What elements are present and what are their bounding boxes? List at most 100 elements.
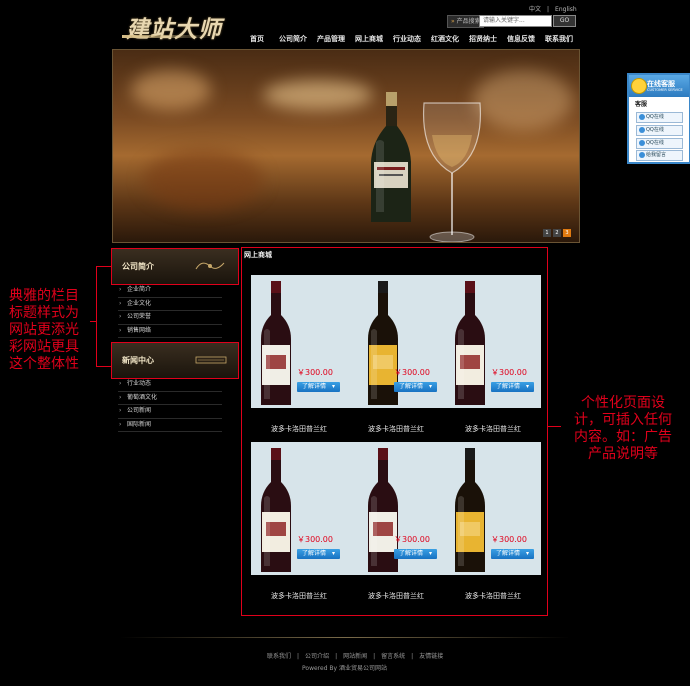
shop-title: 网上商城 (244, 251, 272, 259)
product-name[interactable]: 波多卡洛田普兰红 (445, 424, 541, 434)
sidebar-item-culture[interactable]: 企业文化 (118, 298, 222, 311)
product-card[interactable]: ￥300.00 了解详情 ▾ (445, 275, 541, 408)
detail-button-label: 了解详情 (399, 383, 424, 390)
banner-light (263, 80, 373, 110)
detail-button-label: 了解详情 (302, 550, 327, 557)
product-price: ￥300.00 (394, 535, 430, 544)
sidebar-item-industry-news[interactable]: 行业动态 (118, 378, 222, 392)
footer-link-contact[interactable]: 联系我们 (267, 653, 291, 660)
chat-section-label: 客服 (635, 101, 648, 108)
detail-button-label: 了解详情 (302, 383, 327, 390)
logo-text: 建站大师 (126, 16, 222, 43)
product-row-1: ￥300.00 了解详情 ▾ ￥300.00 了解详情 ▾ ￥300.00 了解详情 ▾ (251, 275, 541, 408)
product-names-row-2: 波多卡洛田普兰红 波多卡洛田普兰红 波多卡洛田普兰红 (251, 591, 541, 603)
hero-banner (112, 49, 580, 243)
footer-separator: | (411, 653, 414, 660)
product-names-row-1: 波多卡洛田普兰红 波多卡洛田普兰红 波多卡洛田普兰红 (251, 424, 541, 436)
product-name[interactable]: 波多卡洛田普兰红 (348, 591, 444, 601)
sidebar-item-sales-network[interactable]: 销售网络 (118, 325, 222, 338)
product-name[interactable]: 波多卡洛田普兰红 (251, 424, 347, 434)
nav-contact[interactable]: 联系我们 (545, 34, 573, 44)
wine-bottle-image (455, 448, 485, 572)
product-row-2: ￥300.00 了解详情 ▾ ￥300.00 了解详情 ▾ ￥300.00 了解详情 ▾ (251, 442, 541, 575)
nav-wine-culture[interactable]: 红酒文化 (431, 34, 459, 44)
sidebar-item-company-news[interactable]: 公司新闻 (118, 405, 222, 419)
language-switcher: 中文 | English (526, 4, 580, 13)
product-card[interactable]: ￥300.00 了解详情 ▾ (251, 442, 347, 575)
nav-jobs[interactable]: 招贤纳士 (469, 34, 497, 44)
footer-link-friends[interactable]: 友情链接 (419, 653, 443, 660)
nav-industry-news[interactable]: 行业动态 (393, 34, 421, 44)
lang-chinese[interactable]: 中文 (529, 6, 541, 13)
qq-online-button[interactable]: QQ在线 (636, 112, 683, 123)
footer-link-about[interactable]: 公司介绍 (305, 653, 329, 660)
left-annotation: 典雅的栏目 标题样式为 网站更添光 彩网站更具 这个整体性 (9, 288, 79, 373)
banner-dot-3[interactable]: 3 (563, 229, 571, 237)
leave-message-button[interactable]: 给我留言 (636, 150, 683, 161)
product-detail-button[interactable]: 了解详情 ▾ (491, 382, 535, 392)
caret-down-icon: ▾ (332, 383, 336, 390)
footer-separator: | (335, 653, 338, 660)
chat-subtitle: CUSTOMER SERVICE (647, 88, 683, 92)
nav-company[interactable]: 公司简介 (279, 34, 307, 44)
product-price: ￥300.00 (491, 535, 527, 544)
nav-feedback[interactable]: 信息反馈 (507, 34, 535, 44)
left-annotation-line: 彩网站更具 (9, 339, 79, 355)
product-name[interactable]: 波多卡洛田普兰红 (445, 591, 541, 601)
powered-by: Powered By 酒业贸易公司网站 (302, 665, 387, 672)
nav-home[interactable]: 首页 (250, 34, 264, 44)
chat-header[interactable]: 在线客服 CUSTOMER SERVICE (629, 75, 689, 97)
footer-link-news[interactable]: 网站新闻 (343, 653, 367, 660)
sidebar-news-list: 行业动态 葡萄酒文化 公司新闻 国际新闻 (118, 378, 222, 432)
banner-controls: 1 2 3 (543, 229, 571, 237)
sidebar-company-header[interactable]: 公司简介 (111, 248, 239, 285)
site-logo[interactable]: 建站大师 (122, 10, 222, 44)
wine-bottle-image (261, 448, 291, 572)
right-annotation-line: 计，可插入任何 (574, 412, 672, 428)
banner-shadow (143, 150, 263, 210)
sidebar-news-header[interactable]: 新闻中心 (111, 342, 239, 379)
detail-button-label: 了解详情 (496, 550, 521, 557)
product-card[interactable]: ￥300.00 了解详情 ▾ (445, 442, 541, 575)
lang-english[interactable]: English (555, 6, 577, 13)
product-detail-button[interactable]: 了解详情 ▾ (297, 382, 341, 392)
right-annotation: 个性化页面设 计，可插入任何 内容。如：广告 产品说明等 (563, 395, 683, 463)
caret-down-icon: ▾ (429, 383, 433, 390)
product-name[interactable]: 波多卡洛田普兰红 (348, 424, 444, 434)
sidebar-item-wine-culture[interactable]: 葡萄酒文化 (118, 392, 222, 405)
product-price: ￥300.00 (491, 368, 527, 377)
product-name[interactable]: 波多卡洛田普兰红 (251, 591, 347, 601)
sidebar-company-list: 企业简介 企业文化 公司荣誉 销售网络 (118, 284, 222, 338)
banner-dot-2[interactable]: 2 (553, 229, 561, 237)
product-detail-button[interactable]: 了解详情 ▾ (394, 382, 438, 392)
nav-shop[interactable]: 网上商城 (355, 34, 383, 44)
right-annotation-line: 个性化页面设 (581, 395, 665, 411)
sidebar-item-company-intro[interactable]: 企业简介 (118, 284, 222, 298)
sidebar-item-international-news[interactable]: 国际新闻 (118, 419, 222, 432)
product-detail-button[interactable]: 了解详情 ▾ (394, 549, 438, 559)
ornament-icon (195, 262, 225, 270)
wine-glass-image (422, 102, 482, 242)
qq-online-button[interactable]: QQ在线 (636, 125, 683, 136)
qq-online-button[interactable]: QQ在线 (636, 138, 683, 149)
product-card[interactable]: ￥300.00 了解详情 ▾ (348, 442, 444, 575)
annotation-connector (96, 266, 97, 367)
footer-separator: | (297, 653, 300, 660)
caret-down-icon: ▾ (526, 550, 530, 557)
banner-light (473, 70, 573, 130)
product-detail-button[interactable]: 了解详情 ▾ (297, 549, 341, 559)
search-input[interactable]: 请输入关键字... (479, 15, 552, 27)
product-detail-button[interactable]: 了解详情 ▾ (491, 549, 535, 559)
footer-separator: | (373, 653, 376, 660)
wine-bottle-image (261, 281, 291, 405)
search-label-text: 产品搜索 (456, 18, 481, 25)
nav-products[interactable]: 产品管理 (317, 34, 345, 44)
product-card[interactable]: ￥300.00 了解详情 ▾ (348, 275, 444, 408)
champagne-bottle-image (371, 92, 411, 222)
product-card[interactable]: ￥300.00 了解详情 ▾ (251, 275, 347, 408)
sidebar-company-title: 公司简介 (122, 262, 154, 271)
footer-link-guestbook[interactable]: 留言系统 (381, 653, 405, 660)
sidebar-item-honors[interactable]: 公司荣誉 (118, 311, 222, 325)
banner-dot-1[interactable]: 1 (543, 229, 551, 237)
search-button[interactable]: GO (553, 15, 576, 27)
